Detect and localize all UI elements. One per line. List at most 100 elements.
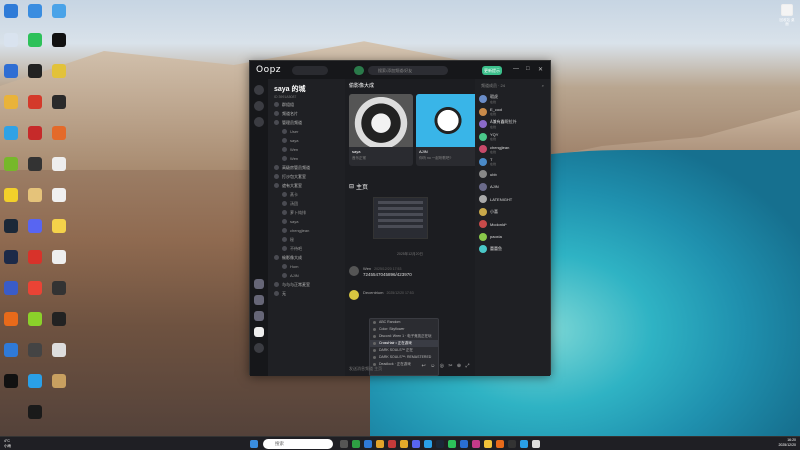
desktop-icon[interactable]: [52, 95, 66, 109]
member-item[interactable]: 瑕虎 在线: [475, 93, 550, 106]
desktop-icon[interactable]: [28, 64, 42, 78]
channel-item[interactable]: 无: [268, 289, 345, 298]
menu-item[interactable]: DARK SOULS™ 正在: [370, 347, 438, 354]
desktop-icon[interactable]: [28, 219, 42, 233]
desktop-icon[interactable]: [52, 188, 66, 202]
desktop-icon[interactable]: [4, 126, 18, 140]
channel-item[interactable]: 打沙包大套室: [268, 172, 345, 181]
desktop-icon[interactable]: [52, 374, 66, 388]
diamond-icon[interactable]: [254, 101, 264, 111]
update-button[interactable]: 更新提示: [482, 66, 502, 75]
taskbar-app-icon[interactable]: [484, 440, 492, 448]
member-item[interactable]: chengjiean 在线: [475, 143, 550, 156]
taskbar-app-icon[interactable]: [532, 440, 540, 448]
menu-item[interactable]: Discord: Wren 1 · 电子竞技正在玩: [370, 333, 438, 340]
desktop-icon[interactable]: [4, 33, 18, 47]
desktop-icon[interactable]: [28, 281, 42, 295]
voice-user[interactable]: 不待吧: [268, 244, 345, 253]
desktop-icon[interactable]: [52, 281, 66, 295]
voice-card[interactable]: saya 音乐正常: [349, 94, 413, 166]
image-attachment[interactable]: [373, 197, 428, 239]
desktop-icon[interactable]: [4, 281, 18, 295]
menu-item[interactable]: CrossHair • 正在游戏: [370, 340, 438, 347]
desktop-icon[interactable]: [52, 33, 66, 47]
message-user[interactable]: Decentrium: [363, 290, 383, 295]
channel-item[interactable]: 偷影像大成: [268, 253, 345, 262]
channel-item[interactable]: 管理员频道: [268, 118, 345, 127]
desktop-icon[interactable]: [4, 343, 18, 357]
taskbar-app-icon[interactable]: [520, 440, 528, 448]
desktop-icon[interactable]: [28, 95, 42, 109]
voice-card[interactable]: AJIN 你听 no 一起听歌吧?: [416, 94, 480, 166]
desktop-icon[interactable]: [4, 95, 18, 109]
recycle-bin[interactable]: 回收站 桌面: [778, 4, 796, 26]
weather-widget[interactable]: 4°C 小雨: [4, 439, 11, 449]
channel-item[interactable]: 与与与正常麦室: [268, 280, 345, 289]
channel-item[interactable]: 频道名片: [268, 109, 345, 118]
voice-user[interactable]: 汤团: [268, 199, 345, 208]
voice-user[interactable]: Wen: [268, 145, 345, 154]
taskbar-app-icon[interactable]: [400, 440, 408, 448]
desktop-icon[interactable]: [52, 4, 66, 18]
desktop-icon[interactable]: [4, 219, 18, 233]
member-item[interactable]: LATENIGHT: [475, 193, 550, 206]
desktop-icon[interactable]: [52, 312, 66, 326]
desktop-icon[interactable]: [4, 4, 18, 18]
desktop-icon[interactable]: [4, 250, 18, 264]
member-item[interactable]: ubb: [475, 168, 550, 181]
desktop-icon[interactable]: [52, 157, 66, 171]
taskbar-app-icon[interactable]: [496, 440, 504, 448]
member-item[interactable]: 蕾蕾鱼: [475, 243, 550, 256]
taskbar-app-icon[interactable]: [364, 440, 372, 448]
message-user[interactable]: Wen: [363, 266, 371, 271]
taskbar-app-icon[interactable]: [412, 440, 420, 448]
member-item[interactable]: 小喜: [475, 206, 550, 219]
member-item[interactable]: paoxia: [475, 231, 550, 244]
member-item[interactable]: Å兼有鑫呢拉外 在线: [475, 118, 550, 131]
taskbar-app-icon[interactable]: [508, 440, 516, 448]
minimize-button[interactable]: —: [513, 66, 519, 72]
desktop-icon[interactable]: [28, 312, 42, 326]
voice-controls[interactable]: [292, 66, 328, 75]
channel-item[interactable]: 群组组: [268, 100, 345, 109]
desktop-icon[interactable]: [28, 4, 42, 18]
voice-user[interactable]: 秘: [268, 235, 345, 244]
server-avatar[interactable]: [254, 295, 264, 305]
taskbar-app-icon[interactable]: [448, 440, 456, 448]
add-server-icon[interactable]: [254, 343, 264, 353]
voice-user[interactable]: Wen: [268, 154, 345, 163]
taskbar-app-icon[interactable]: [424, 440, 432, 448]
desktop-icon[interactable]: [52, 343, 66, 357]
channel-item[interactable]: 高级房管员频道: [268, 163, 345, 172]
member-item[interactable]: E_cool 在线: [475, 106, 550, 119]
voice-user[interactable]: Hom: [268, 262, 345, 271]
member-item[interactable]: T 在线: [475, 156, 550, 169]
desktop-icon[interactable]: [4, 157, 18, 171]
server-avatar[interactable]: [254, 279, 264, 289]
voice-user[interactable]: User: [268, 127, 345, 136]
desktop-icon[interactable]: [52, 64, 66, 78]
input-toolbar-icons[interactable]: ↩ ☺ ◎ ✂ ⊕ ⤢: [422, 363, 471, 369]
voice-user[interactable]: 蒸卡: [268, 190, 345, 199]
server-avatar[interactable]: [254, 327, 264, 337]
desktop-icon[interactable]: [28, 405, 42, 419]
close-button[interactable]: ✕: [538, 66, 543, 73]
status-icon[interactable]: [354, 66, 364, 75]
taskbar-search[interactable]: 搜索: [263, 439, 333, 449]
avatar[interactable]: [349, 290, 359, 300]
server-avatar[interactable]: [254, 311, 264, 321]
channel-item[interactable]: 遮有大套室: [268, 181, 345, 190]
desktop-icon[interactable]: [28, 33, 42, 47]
taskbar-app-icon[interactable]: [472, 440, 480, 448]
member-item[interactable]: Mcdonld*: [475, 218, 550, 231]
taskbar-app-icon[interactable]: [352, 440, 360, 448]
taskbar-app-icon[interactable]: [388, 440, 396, 448]
desktop-icon[interactable]: [28, 343, 42, 357]
menu-item[interactable]: DARK SOULS™: REMASTERED: [370, 354, 438, 361]
taskbar-app-icon[interactable]: [460, 440, 468, 448]
desktop-icon[interactable]: [4, 312, 18, 326]
desktop-icon[interactable]: [28, 188, 42, 202]
desktop-icon[interactable]: [28, 374, 42, 388]
member-item[interactable]: YQY 在线: [475, 131, 550, 144]
desktop-icon[interactable]: [4, 374, 18, 388]
